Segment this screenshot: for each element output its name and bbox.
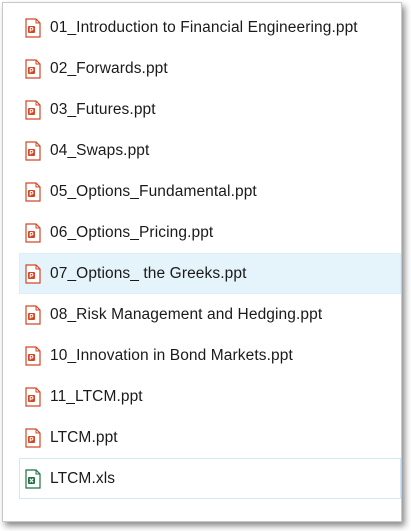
file-item-08-risk-management[interactable]: 08_Risk Management and Hedging.ppt	[19, 294, 401, 335]
file-item-01-introduction[interactable]: 01_Introduction to Financial Engineering…	[19, 7, 401, 48]
file-name: 08_Risk Management and Hedging.ppt	[50, 305, 323, 323]
file-list-window: 01_Introduction to Financial Engineering…	[2, 2, 402, 522]
file-item-05-options-fundamental[interactable]: 05_Options_Fundamental.ppt	[19, 171, 401, 212]
file-item-ltcm-ppt[interactable]: LTCM.ppt	[19, 417, 401, 458]
file-item-04-swaps[interactable]: 04_Swaps.ppt	[19, 130, 401, 171]
powerpoint-file-icon	[25, 304, 41, 325]
powerpoint-file-icon	[25, 386, 41, 407]
file-name: 01_Introduction to Financial Engineering…	[50, 18, 358, 36]
file-name: 04_Swaps.ppt	[50, 141, 150, 159]
file-item-06-options-pricing[interactable]: 06_Options_Pricing.ppt	[19, 212, 401, 253]
file-item-11-ltcm[interactable]: 11_LTCM.ppt	[19, 376, 401, 417]
file-name: 07_Options_ the Greeks.ppt	[50, 264, 247, 282]
file-name: 06_Options_Pricing.ppt	[50, 223, 214, 241]
powerpoint-file-icon	[25, 427, 41, 448]
powerpoint-file-icon	[25, 345, 41, 366]
file-name: 02_Forwards.ppt	[50, 59, 168, 77]
file-item-02-forwards[interactable]: 02_Forwards.ppt	[19, 48, 401, 89]
file-name: 05_Options_Fundamental.ppt	[50, 182, 257, 200]
file-item-07-options-the-greeks[interactable]: 07_Options_ the Greeks.ppt	[19, 253, 401, 294]
file-item-10-innovation-bond-markets[interactable]: 10_Innovation in Bond Markets.ppt	[19, 335, 401, 376]
file-list: 01_Introduction to Financial Engineering…	[19, 7, 401, 499]
excel-file-icon	[25, 468, 41, 489]
file-name: LTCM.xls	[50, 469, 116, 487]
file-item-ltcm-xls[interactable]: LTCM.xls	[19, 458, 401, 499]
file-name: 11_LTCM.ppt	[50, 387, 143, 405]
powerpoint-file-icon	[25, 222, 41, 243]
powerpoint-file-icon	[25, 263, 41, 284]
powerpoint-file-icon	[25, 99, 41, 120]
powerpoint-file-icon	[25, 140, 41, 161]
powerpoint-file-icon	[25, 17, 41, 38]
file-name: 10_Innovation in Bond Markets.ppt	[50, 346, 293, 364]
powerpoint-file-icon	[25, 181, 41, 202]
file-name: LTCM.ppt	[50, 428, 118, 446]
file-item-03-futures[interactable]: 03_Futures.ppt	[19, 89, 401, 130]
powerpoint-file-icon	[25, 58, 41, 79]
file-name: 03_Futures.ppt	[50, 100, 156, 118]
